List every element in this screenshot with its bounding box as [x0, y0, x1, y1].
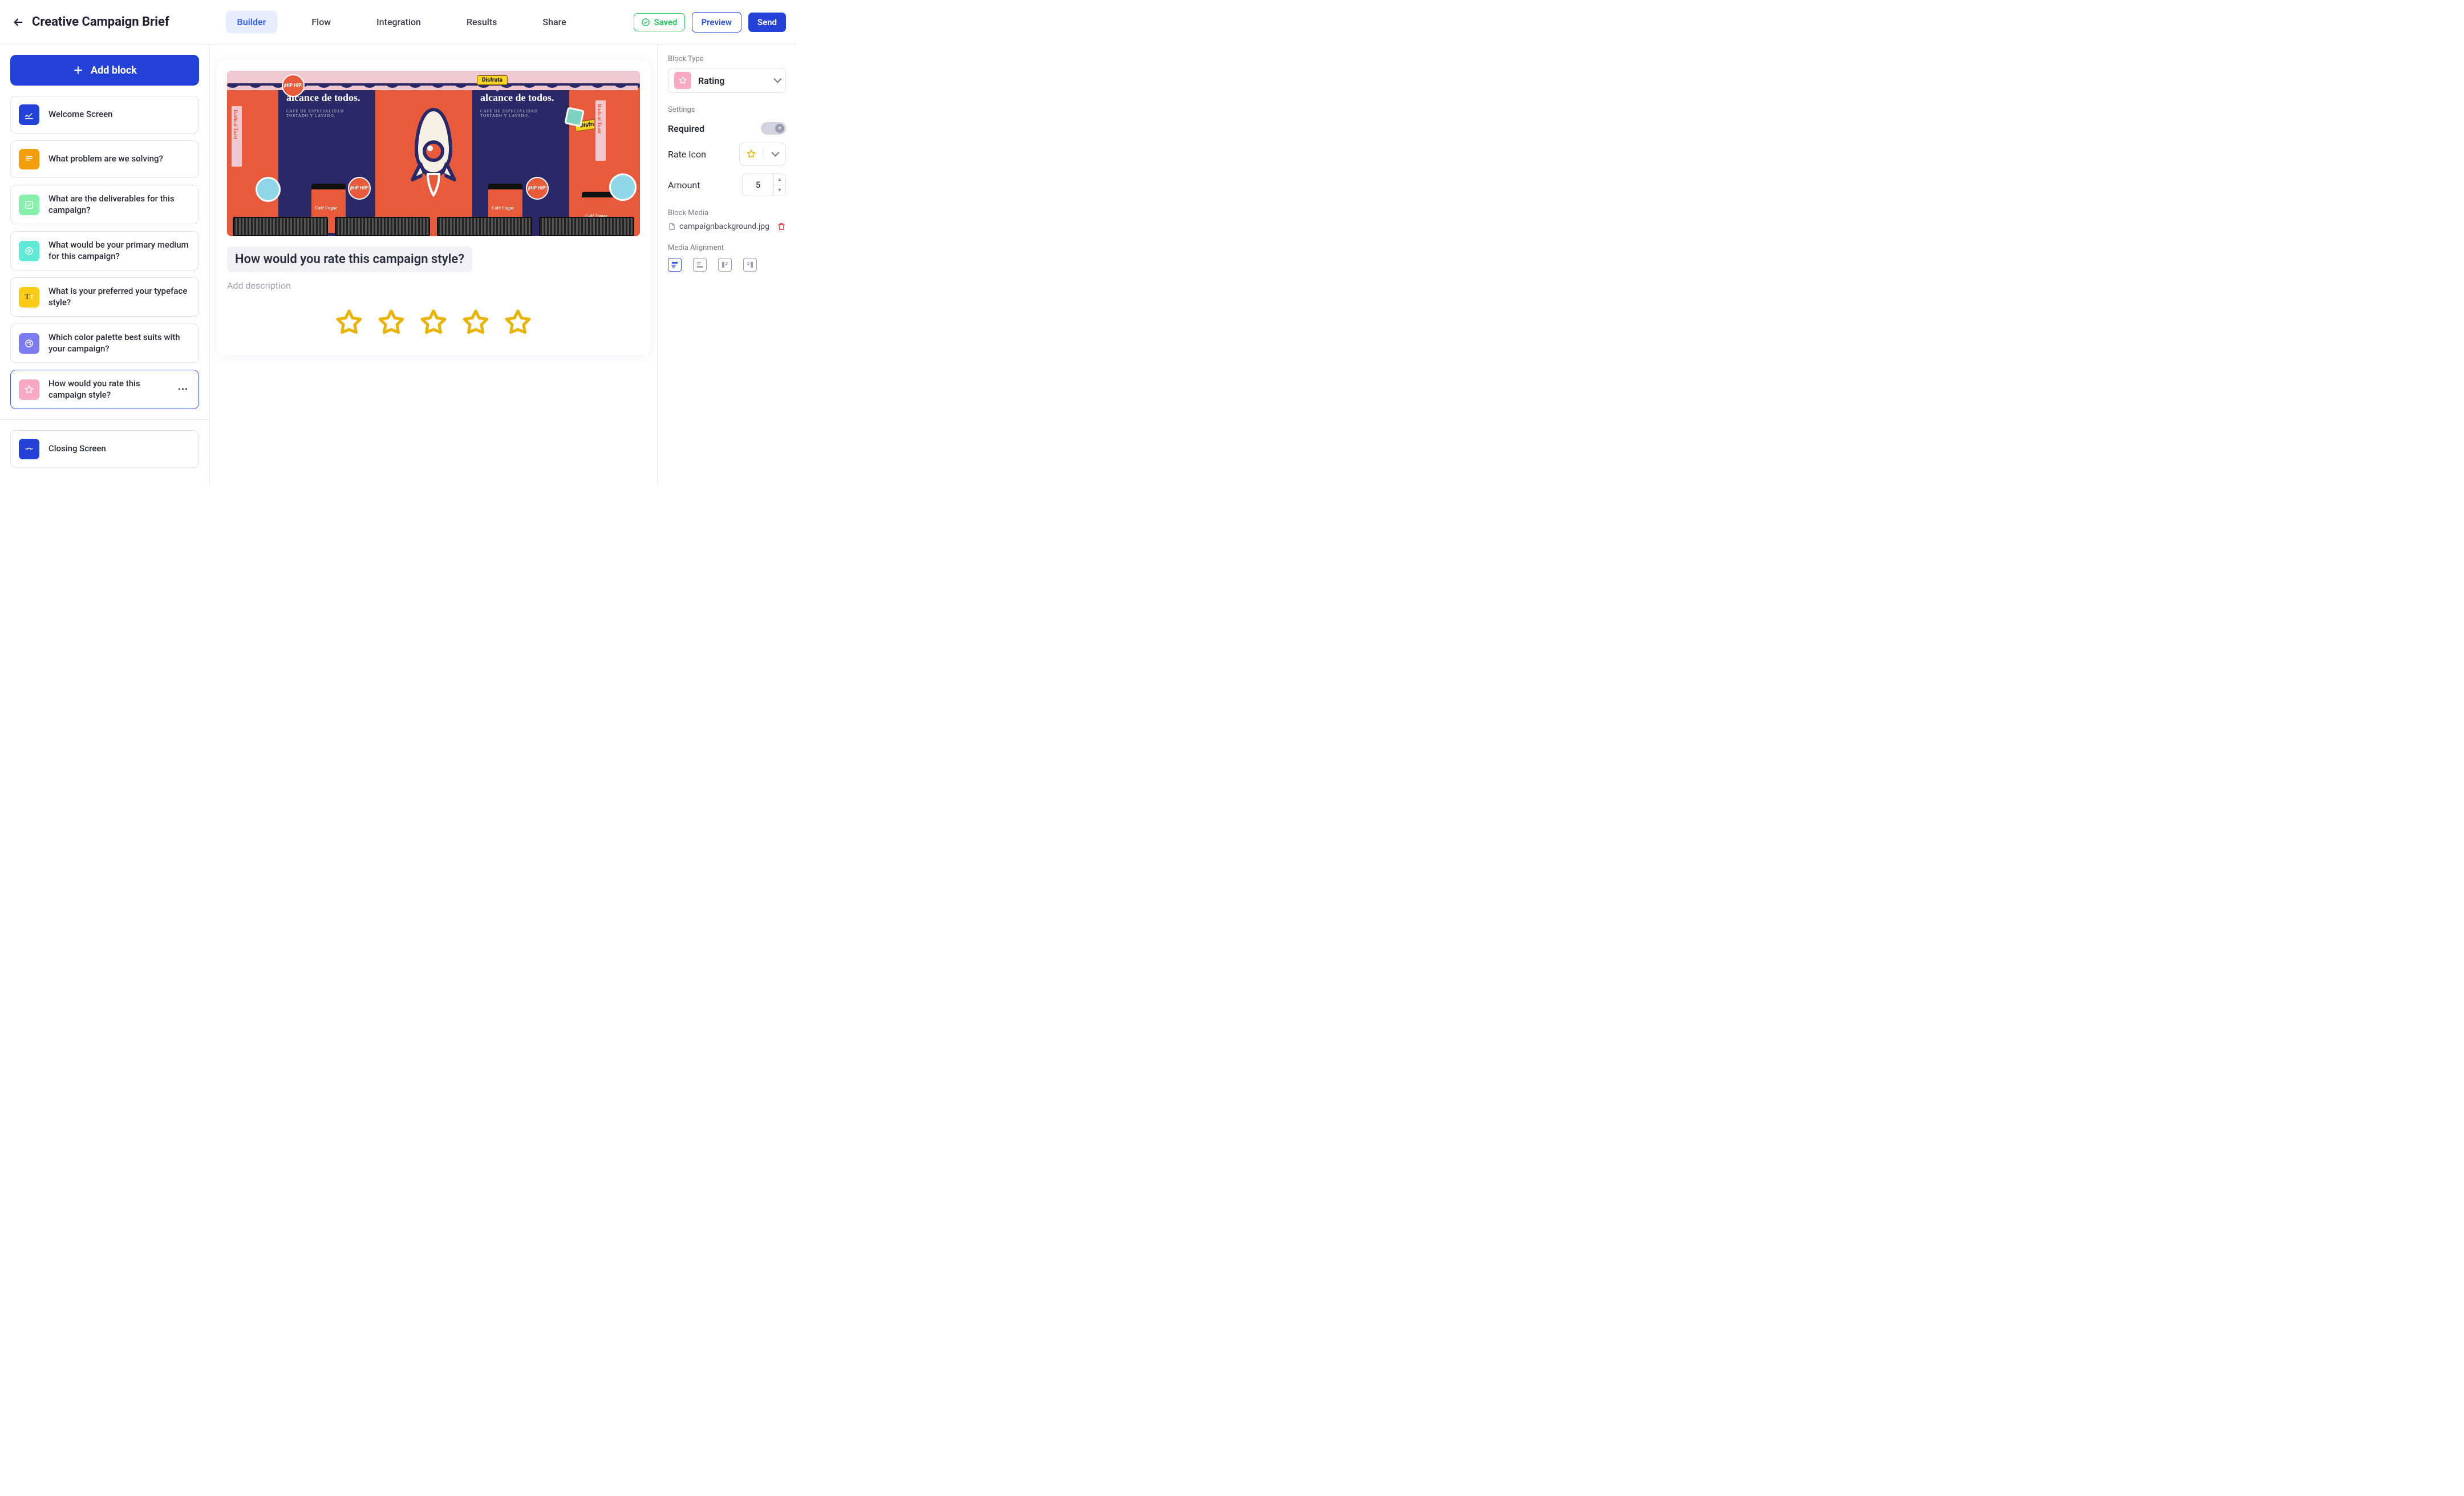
bag-label-2: Café Fugaz [492, 205, 514, 211]
star-1[interactable] [333, 307, 365, 339]
topbar: Creative Campaign Brief Builder Flow Int… [0, 0, 796, 45]
preview-button[interactable]: Preview [692, 12, 741, 33]
description-placeholder[interactable]: Add description [227, 280, 640, 291]
tab-integration[interactable]: Integration [365, 11, 432, 33]
welcome-icon [19, 104, 39, 125]
amount-value: 5 [743, 174, 773, 196]
question-input[interactable]: How would you rate this campaign style? [227, 246, 472, 272]
align-top[interactable] [668, 258, 682, 272]
disfruta-pill-top: Disfruta [477, 75, 508, 85]
rocket-sticker-icon [402, 107, 465, 200]
block-color-palette[interactable]: Which color palette best suits with your… [10, 324, 199, 363]
bag-label-1: Café Fugaz [315, 205, 337, 211]
block-typeface[interactable]: TT What is your preferred your typeface … [10, 277, 199, 317]
text-block-icon [19, 149, 39, 169]
poster-sub-right: CAFÉ DE ESPECIALIDAD TOSTADO Y LAVADO. [480, 109, 561, 118]
block-problem[interactable]: What problem are we solving? [10, 140, 199, 178]
block-label: Closing Screen [48, 443, 191, 455]
tab-flow[interactable]: Flow [300, 11, 342, 33]
preview-card: Un placer al alcance de todos. CAFÉ DE E… [217, 60, 650, 355]
star-5[interactable] [502, 307, 534, 339]
send-button[interactable]: Send [748, 13, 786, 32]
block-label: What would be your primary medium for th… [48, 240, 191, 262]
align-bottom[interactable] [693, 258, 707, 272]
hiphip-stamp-top: ¡HIP HIP! [282, 74, 305, 97]
rate-icon-label: Rate Icon [668, 149, 706, 160]
amount-stepper[interactable]: 5 ▲ ▼ [742, 173, 786, 196]
check-circle-icon [641, 18, 650, 27]
back-arrow-icon[interactable] [10, 14, 26, 30]
block-rating[interactable]: How would you rate this campaign style? … [10, 370, 199, 409]
fence-graphic [227, 217, 640, 236]
block-type-label: Block Type [668, 55, 786, 63]
tab-results[interactable]: Results [455, 11, 508, 33]
chevron-down-icon [774, 76, 780, 85]
star-3[interactable] [418, 307, 449, 339]
required-label: Required [668, 123, 704, 134]
star-icon [674, 72, 691, 89]
block-label: Which color palette best suits with your… [48, 332, 191, 354]
sidebar: Add block Welcome Screen What problem ar… [0, 45, 210, 484]
block-type-value: Rating [698, 75, 724, 86]
side-banner-right: Radical Toast [595, 100, 603, 137]
media-alignment-label: Media Alignment [668, 244, 786, 252]
typography-icon: TT [19, 287, 39, 308]
align-left[interactable] [718, 258, 732, 272]
hiphip-stamp-left: ¡HIP HIP! [348, 177, 371, 200]
saved-label: Saved [654, 17, 677, 27]
tabs: Builder Flow Integration Results Share [226, 11, 578, 33]
page-title: Creative Campaign Brief [32, 15, 169, 29]
chevron-down-icon [772, 149, 777, 159]
target-icon [19, 241, 39, 261]
checklist-icon [19, 195, 39, 215]
plus-icon [72, 64, 84, 76]
inspector: Block Type Rating Settings Required Rate… [657, 45, 796, 484]
palette-icon [19, 333, 39, 354]
tab-builder[interactable]: Builder [226, 11, 278, 33]
sidebar-divider [0, 419, 209, 420]
block-label: What problem are we solving? [48, 153, 191, 165]
hiphip-stamp-right: ¡HIP HIP! [526, 177, 549, 200]
question-text: How would you rate this campaign style? [235, 252, 464, 266]
amount-label: Amount [668, 180, 700, 191]
block-label: What is your preferred your typeface sty… [48, 286, 191, 308]
settings-label: Settings [668, 106, 786, 114]
hero-image: Un placer al alcance de todos. CAFÉ DE E… [227, 71, 640, 236]
tab-share[interactable]: Share [531, 11, 577, 33]
rate-icon-select[interactable] [739, 143, 786, 165]
amount-up-icon[interactable]: ▲ [774, 174, 785, 185]
media-filename: campaignbackground.jpg [679, 222, 769, 231]
amount-down-icon[interactable]: ▼ [774, 185, 785, 196]
topbar-actions: Saved Preview Send [634, 12, 786, 33]
trash-icon[interactable] [777, 222, 786, 231]
block-closing[interactable]: Closing Screen [10, 430, 199, 468]
side-banner-left: Radical Toast [232, 106, 240, 143]
file-icon [668, 223, 676, 231]
star-4[interactable] [460, 307, 492, 339]
required-toggle[interactable] [761, 122, 786, 135]
block-type-select[interactable]: Rating [668, 68, 786, 93]
block-media-label: Block Media [668, 209, 786, 217]
star-2[interactable] [375, 307, 407, 339]
block-label: How would you rate this campaign style? [48, 378, 167, 401]
star-outline-icon [740, 149, 763, 159]
canvas: Un placer al alcance de todos. CAFÉ DE E… [210, 45, 657, 484]
rating-stars [227, 307, 640, 339]
star-icon [19, 379, 39, 400]
saved-badge: Saved [634, 13, 684, 31]
block-medium[interactable]: What would be your primary medium for th… [10, 231, 199, 270]
add-block-button[interactable]: Add block [10, 55, 199, 86]
add-block-label: Add block [91, 64, 137, 76]
block-label: Welcome Screen [48, 109, 191, 120]
align-right[interactable] [743, 258, 757, 272]
block-label: What are the deliverables for this campa… [48, 193, 191, 216]
wave-icon [19, 439, 39, 459]
block-welcome[interactable]: Welcome Screen [10, 96, 199, 134]
poster-sub-left: CAFÉ DE ESPECIALIDAD TOSTADO Y LAVADO. [286, 109, 367, 118]
block-deliverables[interactable]: What are the deliverables for this campa… [10, 185, 199, 224]
block-more-icon[interactable]: ••• [176, 385, 191, 394]
